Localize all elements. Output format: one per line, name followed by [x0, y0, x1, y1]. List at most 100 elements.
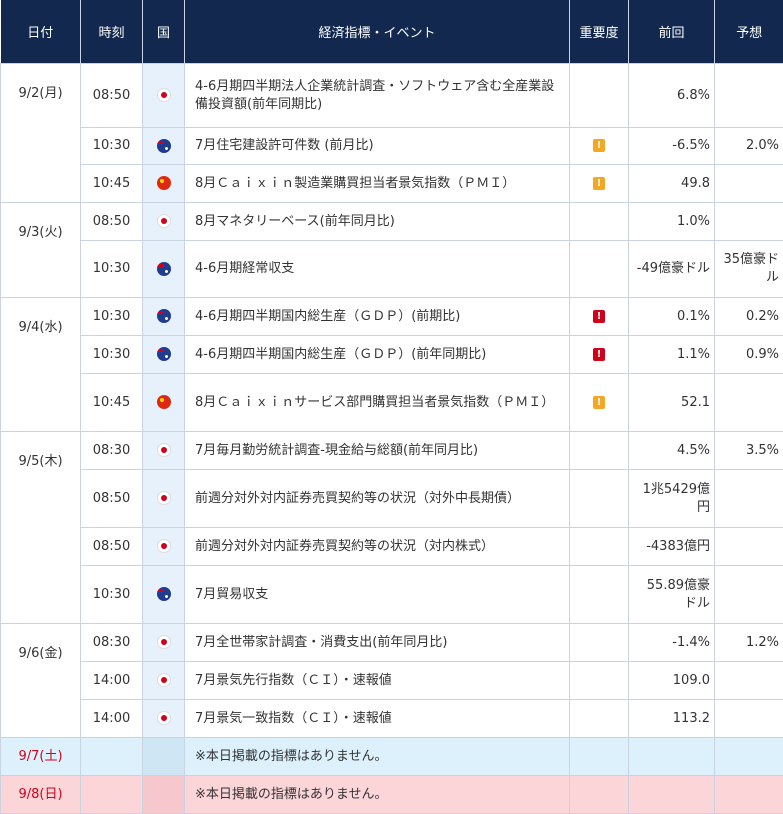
row-time: 14:00 — [80, 661, 143, 700]
row-forecast — [714, 63, 783, 128]
row-event: 7月景気先行指数（ＣＩ）・速報値 — [184, 661, 570, 700]
row-time: 10:30 — [80, 297, 143, 336]
row-importance — [569, 431, 629, 470]
china-flag-icon — [156, 395, 171, 409]
importance-medium-icon: ! — [593, 139, 605, 152]
importance-medium-icon: ! — [593, 395, 605, 409]
row-time: 10:45 — [80, 373, 143, 432]
row-event: ※本日掲載の指標はありません。 — [184, 737, 570, 776]
australia-flag-icon — [156, 261, 171, 276]
row-date: 9/5(木) — [0, 431, 81, 624]
row-forecast — [714, 661, 783, 700]
row-importance: ! — [569, 373, 629, 432]
japan-flag-icon — [156, 673, 171, 687]
row-forecast: 0.2% — [714, 297, 783, 336]
row-event: 4-6月期四半期法人企業統計調査・ソフトウェア含む全産業設備投資額(前年同期比) — [184, 63, 570, 128]
header-country: 国 — [142, 0, 185, 64]
row-date: 9/7(土) — [0, 737, 81, 776]
row-time: 08:50 — [80, 527, 143, 566]
row-event: 4-6月期四半期国内総生産（ＧＤＰ）(前期比) — [184, 297, 570, 336]
row-previous — [628, 775, 715, 814]
row-previous: 1兆5429億円 — [628, 469, 715, 528]
row-event: 8月マネタリーベース(前年同月比) — [184, 202, 570, 241]
table-row: 10:30 7月住宅建設許可件数 (前月比)! -6.5% 2.0% — [1, 127, 783, 165]
row-event: 前週分対外対内証券売買契約等の状況（対内株式） — [184, 527, 570, 566]
row-importance: ! — [569, 297, 629, 336]
japan-flag-icon — [156, 491, 171, 505]
importance-high-icon: ! — [593, 347, 605, 361]
row-event: 7月貿易収支 — [184, 565, 570, 624]
row-date: 9/2(月) — [0, 63, 81, 203]
row-country — [142, 565, 185, 624]
australia-flag-icon — [156, 587, 171, 601]
row-importance — [569, 469, 629, 528]
weekend-row: 9/7(土) ※本日掲載の指標はありません。 — [0, 737, 783, 776]
row-forecast — [714, 164, 783, 203]
row-forecast — [714, 565, 783, 624]
row-importance: ! — [569, 335, 629, 374]
row-previous: 1.1% — [628, 335, 715, 374]
row-previous: 6.8% — [628, 63, 715, 128]
row-previous: 52.1 — [628, 373, 715, 432]
table-row: 08:50 前週分対外対内証券売買契約等の状況（対外中長期債） 1兆5429億円 — [1, 469, 783, 528]
row-importance — [569, 737, 629, 776]
row-previous: 0.1% — [628, 297, 715, 336]
row-forecast: 1.2% — [714, 623, 783, 662]
australia-flag-icon — [156, 309, 171, 323]
row-importance — [569, 623, 629, 662]
table-row: 9/3(火) 08:50 8月マネタリーベース(前年同月比) 1.0% — [0, 202, 783, 298]
row-event: 4-6月期経常収支 — [184, 240, 570, 298]
row-country — [142, 527, 185, 566]
row-time: 08:50 — [80, 469, 143, 528]
japan-flag-icon — [156, 88, 171, 102]
row-country — [142, 202, 185, 241]
japan-flag-icon — [156, 214, 171, 228]
row-country — [142, 164, 185, 203]
header-forecast: 予想 — [714, 0, 783, 64]
row-previous: 1.0% — [628, 202, 715, 241]
row-importance: ! — [569, 127, 629, 165]
calendar-body: 9/2(月) 08:50 4-6月期四半期法人企業統計調査・ソフトウェア含む全産業設… — [0, 63, 783, 814]
row-previous: -1.4% — [628, 623, 715, 662]
row-importance — [569, 240, 629, 298]
table-row: 10:30 7月貿易収支 55.89億豪ドル — [1, 565, 783, 624]
row-date: 9/8(日) — [0, 775, 81, 814]
row-time: 10:30 — [80, 240, 143, 298]
row-event: 7月毎月勤労統計調査-現金給与総額(前年同月比) — [184, 431, 570, 470]
header-event: 経済指標・イベント — [184, 0, 570, 64]
table-row: 10:45 8月Ｃａｉｘｉｎ製造業購買担当者景気指数（ＰＭＩ）! 49.8 — [1, 164, 783, 203]
row-importance — [569, 661, 629, 700]
row-date: 9/6(金) — [0, 623, 81, 738]
row-country — [142, 297, 185, 336]
row-event: 8月Ｃａｉｘｉｎ製造業購買担当者景気指数（ＰＭＩ） — [184, 164, 570, 203]
table-header-row: 日付 時刻 国 経済指標・イベント 重要度 前回 予想 — [0, 0, 783, 64]
row-importance — [569, 699, 629, 738]
row-forecast — [714, 527, 783, 566]
row-country — [142, 335, 185, 374]
australia-flag-icon — [156, 347, 171, 361]
row-event: 8月Ｃａｉｘｉｎサービス部門購買担当者景気指数（ＰＭＩ） — [184, 373, 570, 432]
table-row: 10:45 8月Ｃａｉｘｉｎサービス部門購買担当者景気指数（ＰＭＩ）! 52.1 — [1, 373, 783, 432]
row-previous — [628, 737, 715, 776]
row-time: 10:30 — [80, 335, 143, 374]
japan-flag-icon — [156, 635, 171, 649]
row-forecast: 0.9% — [714, 335, 783, 374]
row-previous: 109.0 — [628, 661, 715, 700]
row-importance — [569, 775, 629, 814]
row-event: ※本日掲載の指標はありません。 — [184, 775, 570, 814]
row-importance — [569, 202, 629, 241]
table-row: 9/5(木) 08:30 7月毎月勤労統計調査-現金給与総額(前年同月比) 4.5% 3… — [0, 431, 783, 624]
row-time: 08:50 — [80, 63, 143, 128]
header-previous: 前回 — [628, 0, 715, 64]
row-country — [142, 661, 185, 700]
row-previous: -6.5% — [628, 127, 715, 165]
row-forecast: 35億豪ドル — [714, 240, 783, 298]
row-country — [142, 623, 185, 662]
row-forecast — [714, 699, 783, 738]
header-date: 日付 — [0, 0, 81, 64]
row-forecast — [714, 469, 783, 528]
table-row: 14:00 7月景気一致指数（ＣＩ）・速報値 113.2 — [1, 699, 783, 738]
row-forecast — [714, 775, 783, 814]
japan-flag-icon — [156, 539, 171, 553]
row-date: 9/4(水) — [0, 297, 81, 432]
